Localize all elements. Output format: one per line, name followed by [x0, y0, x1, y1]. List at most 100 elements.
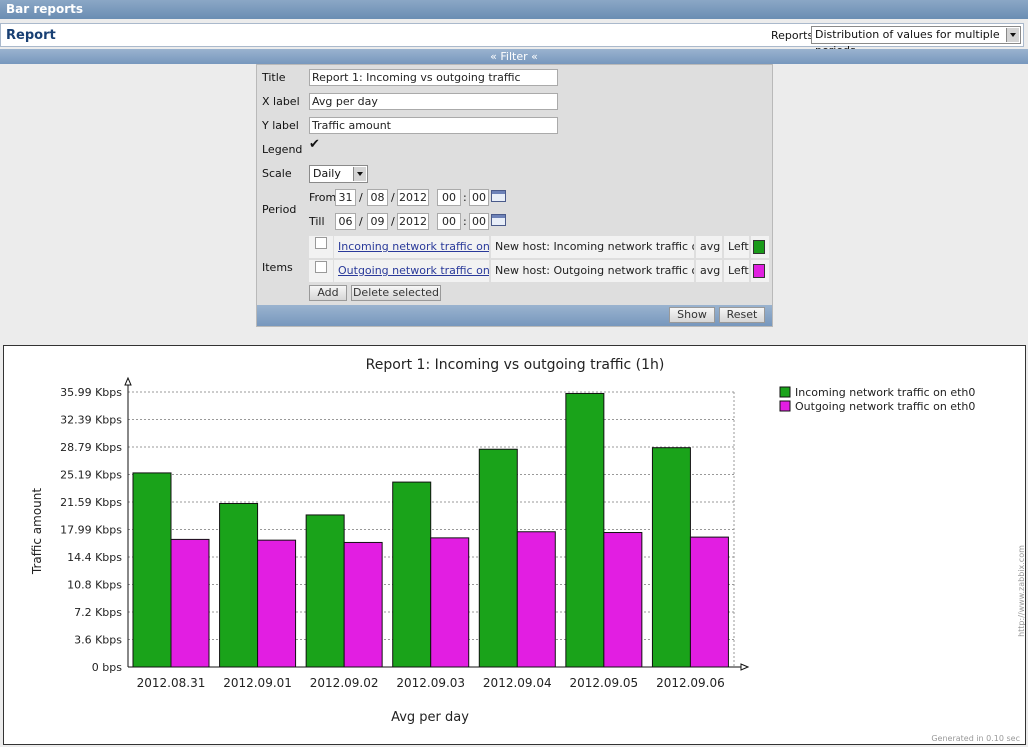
item-checkbox[interactable] — [315, 237, 327, 249]
bar — [343, 541, 383, 668]
from-month-input[interactable]: 08 — [367, 189, 388, 206]
item-axis: Left — [724, 260, 749, 282]
filter-footer: Show Reset — [257, 305, 772, 326]
from-minute-input[interactable]: 00 — [469, 189, 489, 206]
bar — [392, 481, 432, 668]
delete-selected-button[interactable]: Delete selected — [351, 285, 441, 301]
item-name: New host: Outgoing network traffic on et… — [491, 260, 694, 282]
item-link[interactable]: Outgoing network traffic on eth0 — [338, 264, 489, 277]
x-tick-label: 2012.09.06 — [656, 676, 725, 690]
from-year-input[interactable]: 2012 — [397, 189, 429, 206]
xlabel-label: X label — [262, 95, 300, 108]
y-tick-label: 28.79 Kbps — [60, 441, 122, 454]
generated-footer: Generated in 0.10 sec — [931, 734, 1020, 743]
time-separator: : — [463, 215, 467, 228]
legend-swatch — [779, 400, 791, 412]
y-tick-label: 32.39 Kbps — [60, 414, 122, 427]
filter-header: Filter — [500, 50, 528, 63]
from-label: From — [309, 191, 337, 204]
reports-select[interactable]: Distribution of values for multiple peri… — [811, 26, 1021, 57]
bar — [170, 538, 210, 668]
title-input[interactable]: Report 1: Incoming vs outgoing traffic — [309, 69, 558, 86]
double-chevron-up-icon: « — [490, 50, 497, 63]
x-tick-label: 2012.08.31 — [137, 676, 206, 690]
date-separator: / — [391, 215, 395, 228]
item-color-swatch — [753, 264, 765, 278]
till-hour-input[interactable]: 00 — [437, 213, 461, 230]
chart-frame: Report 1: Incoming vs outgoing traffic (… — [3, 345, 1026, 745]
reset-button[interactable]: Reset — [719, 307, 765, 323]
bar — [516, 531, 556, 668]
date-separator: / — [391, 191, 395, 204]
scale-select[interactable]: Daily — [309, 165, 368, 183]
from-day-input[interactable]: 31 — [335, 189, 356, 206]
bar — [132, 472, 172, 668]
legend-swatch — [779, 386, 791, 398]
bar — [689, 536, 729, 668]
report-header: Report Reports Distribution of values fo… — [0, 23, 1024, 57]
scale-select-value: Daily — [313, 167, 341, 180]
chart-legend: Incoming network traffic on eth0Outgoing… — [779, 386, 975, 413]
scale-label: Scale — [262, 167, 292, 180]
xlabel-input[interactable]: Avg per day — [309, 93, 558, 110]
item-select-cell — [309, 260, 333, 282]
x-axis-label: Avg per day — [391, 710, 469, 725]
y-axis-arrow-icon — [124, 376, 132, 386]
legend-label: Legend — [262, 143, 303, 156]
bar — [603, 532, 643, 668]
item-link-cell: Outgoing network traffic on eth0 — [334, 260, 489, 282]
legend-checkbox[interactable]: ✔ — [309, 137, 320, 152]
y-tick-label: 35.99 Kbps — [60, 386, 122, 399]
item-color-swatch — [753, 240, 765, 254]
show-button[interactable]: Show — [669, 307, 715, 323]
x-tick-label: 2012.09.05 — [569, 676, 638, 690]
bar-chart: Report 1: Incoming vs outgoing traffic (… — [30, 357, 1026, 743]
chevron-down-icon[interactable] — [353, 167, 366, 181]
bar — [257, 539, 297, 668]
window-title: Bar reports — [6, 2, 84, 16]
item-function: avg — [696, 236, 722, 258]
bar — [565, 392, 605, 668]
watermark: http://www.zabbix.com — [1017, 545, 1025, 637]
item-color-cell — [751, 236, 769, 258]
calendar-icon[interactable] — [491, 214, 506, 226]
item-color-cell — [751, 260, 769, 282]
table-row: Incoming network traffic on eth0 New hos… — [309, 236, 769, 258]
ylabel-input[interactable]: Traffic amount — [309, 117, 558, 134]
y-tick-label: 0 bps — [92, 661, 122, 674]
add-item-button[interactable]: Add — [309, 285, 347, 301]
items-label: Items — [262, 261, 293, 274]
item-function: avg — [696, 260, 722, 282]
y-tick-label: 17.99 Kbps — [60, 524, 122, 537]
x-tick-label: 2012.09.04 — [483, 676, 552, 690]
bar — [305, 514, 345, 668]
till-minute-input[interactable]: 00 — [469, 213, 489, 230]
window-title-bar: Bar reports — [0, 0, 1028, 19]
from-hour-input[interactable]: 00 — [437, 189, 461, 206]
till-day-input[interactable]: 06 — [335, 213, 356, 230]
x-tick-label: 2012.09.03 — [396, 676, 465, 690]
till-month-input[interactable]: 09 — [367, 213, 388, 230]
filter-panel: Title Report 1: Incoming vs outgoing tra… — [256, 64, 773, 327]
item-select-cell — [309, 236, 333, 258]
date-separator: / — [359, 215, 363, 228]
period-label: Period — [262, 203, 297, 216]
filter-toggle-bar[interactable]: « Filter « — [0, 49, 1028, 64]
till-label: Till — [309, 215, 325, 228]
reports-label: Reports — [771, 29, 814, 42]
till-year-input[interactable]: 2012 — [397, 213, 429, 230]
y-tick-label: 7.2 Kbps — [74, 606, 122, 619]
item-link[interactable]: Incoming network traffic on eth0 — [338, 240, 489, 253]
y-axis-label: Traffic amount — [30, 488, 44, 575]
item-name: New host: Incoming network traffic on et… — [491, 236, 694, 258]
time-separator: : — [463, 191, 467, 204]
item-checkbox[interactable] — [315, 261, 327, 273]
legend-entry: Incoming network traffic on eth0 — [795, 386, 975, 399]
x-tick-label: 2012.09.02 — [310, 676, 379, 690]
calendar-icon[interactable] — [491, 190, 506, 202]
chart-bars — [132, 392, 729, 668]
y-tick-label: 21.59 Kbps — [60, 496, 122, 509]
chevron-down-icon[interactable] — [1006, 28, 1019, 42]
legend-entry: Outgoing network traffic on eth0 — [795, 400, 975, 413]
bar — [478, 448, 518, 668]
